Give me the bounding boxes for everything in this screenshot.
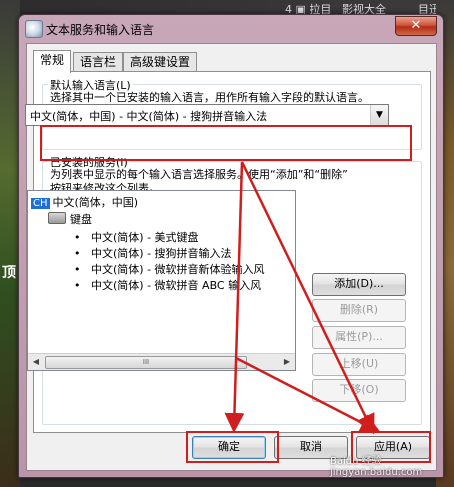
arrow-to-ok xyxy=(224,161,245,433)
watermark: Baidu 经验 jingyan.baidu.com xyxy=(330,456,423,478)
tab-general[interactable]: 常规 xyxy=(33,50,72,73)
annotation-arrows xyxy=(224,161,381,435)
arrow-to-apply-1 xyxy=(240,161,375,435)
